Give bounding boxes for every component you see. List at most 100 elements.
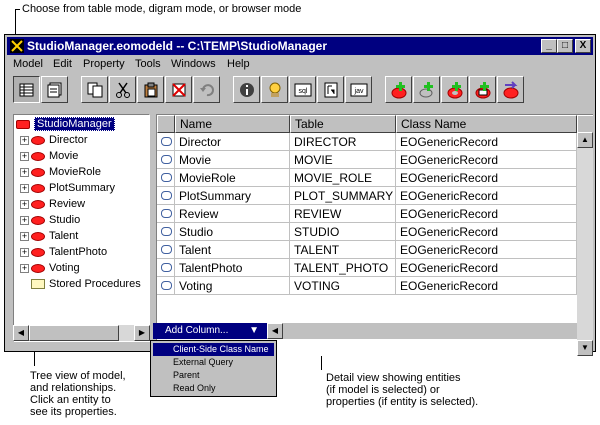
column-header-name[interactable]: Name: [175, 115, 290, 133]
table-row[interactable]: Movie MOVIE EOGenericRecord: [157, 151, 577, 169]
diagram-mode-icon[interactable]: [41, 76, 68, 103]
cell-class-name[interactable]: EOGenericRecord: [396, 223, 577, 241]
table-row[interactable]: TalentPhoto TALENT_PHOTO EOGenericRecord: [157, 259, 577, 277]
menu-model[interactable]: Model: [13, 58, 43, 70]
cell-class-name[interactable]: EOGenericRecord: [396, 133, 577, 151]
generate-icon[interactable]: [317, 76, 344, 103]
dropdown-item-read-only[interactable]: Read Only: [153, 382, 274, 395]
cell-name[interactable]: TalentPhoto: [175, 259, 290, 277]
tree-item-studio[interactable]: + Studio: [20, 212, 80, 228]
cell-table[interactable]: MOVIE_ROLE: [290, 169, 396, 187]
scroll-left-button[interactable]: ◀: [267, 323, 283, 339]
detail-vscroll[interactable]: ▲ ▼: [577, 132, 593, 356]
table-row[interactable]: PlotSummary PLOT_SUMMARY EOGenericRecord: [157, 187, 577, 205]
table-row[interactable]: Voting VOTING EOGenericRecord: [157, 277, 577, 295]
cell-name[interactable]: Movie: [175, 151, 290, 169]
user-icon[interactable]: [261, 76, 288, 103]
column-header-class-name[interactable]: Class Name: [396, 115, 577, 133]
cell-name[interactable]: Voting: [175, 277, 290, 295]
cell-name[interactable]: Director: [175, 133, 290, 151]
tree-item-director[interactable]: + Director: [20, 132, 88, 148]
tree-hscroll[interactable]: ◀ ▶: [13, 325, 150, 341]
menu-property[interactable]: Property: [83, 58, 125, 70]
cell-table[interactable]: STUDIO: [290, 223, 396, 241]
expand-icon[interactable]: +: [20, 183, 29, 193]
scroll-up-button[interactable]: ▲: [577, 132, 593, 148]
cell-name[interactable]: Talent: [175, 241, 290, 259]
expand-icon[interactable]: +: [20, 247, 29, 257]
dropdown-item-parent[interactable]: Parent: [153, 369, 274, 382]
paste-icon[interactable]: [137, 76, 164, 103]
tree-item-voting[interactable]: + Voting: [20, 260, 80, 276]
cell-class-name[interactable]: EOGenericRecord: [396, 151, 577, 169]
add-entity-icon[interactable]: [385, 76, 412, 103]
column-header-table[interactable]: Table: [290, 115, 396, 133]
cell-table[interactable]: TALENT: [290, 241, 396, 259]
cell-table[interactable]: DIRECTOR: [290, 133, 396, 151]
tree-item-plotsummary[interactable]: + PlotSummary: [20, 180, 115, 196]
tree-item-movie[interactable]: + Movie: [20, 148, 78, 164]
cell-name[interactable]: PlotSummary: [175, 187, 290, 205]
cell-table[interactable]: PLOT_SUMMARY: [290, 187, 396, 205]
expand-icon[interactable]: +: [20, 135, 29, 145]
cell-name[interactable]: Studio: [175, 223, 290, 241]
sql-icon[interactable]: sql: [289, 76, 316, 103]
cell-class-name[interactable]: EOGenericRecord: [396, 205, 577, 223]
tree-item-talent[interactable]: + Talent: [20, 228, 78, 244]
inspector-icon[interactable]: [233, 76, 260, 103]
table-row[interactable]: Talent TALENT EOGenericRecord: [157, 241, 577, 259]
delete-icon[interactable]: [165, 76, 192, 103]
cell-class-name[interactable]: EOGenericRecord: [396, 259, 577, 277]
menu-help[interactable]: Help: [227, 58, 250, 70]
cell-class-name[interactable]: EOGenericRecord: [396, 277, 577, 295]
expand-icon[interactable]: +: [20, 151, 29, 161]
cell-name[interactable]: Review: [175, 205, 290, 223]
maximize-button[interactable]: □: [557, 39, 573, 53]
table-row[interactable]: Review REVIEW EOGenericRecord: [157, 205, 577, 223]
table-row[interactable]: MovieRole MOVIE_ROLE EOGenericRecord: [157, 169, 577, 187]
scroll-left-button[interactable]: ◀: [13, 325, 29, 341]
add-procedure-icon[interactable]: [469, 76, 496, 103]
expand-icon[interactable]: +: [20, 231, 29, 241]
dropdown-item-client-side-class-name[interactable]: Client-Side Class Name: [153, 343, 274, 356]
cell-table[interactable]: REVIEW: [290, 205, 396, 223]
menu-tools[interactable]: Tools: [135, 58, 161, 70]
cell-class-name[interactable]: EOGenericRecord: [396, 241, 577, 259]
expand-icon[interactable]: +: [20, 167, 29, 177]
table-mode-icon[interactable]: [13, 76, 40, 103]
menu-windows[interactable]: Windows: [171, 58, 216, 70]
cell-table[interactable]: TALENT_PHOTO: [290, 259, 396, 277]
scroll-down-button[interactable]: ▼: [577, 340, 593, 356]
scroll-thumb[interactable]: [29, 325, 119, 341]
title-bar[interactable]: StudioManager.eomodeld -- C:\TEMP\Studio…: [7, 37, 593, 55]
java-icon[interactable]: jav: [345, 76, 372, 103]
menu-edit[interactable]: Edit: [53, 58, 72, 70]
dropdown-item-external-query[interactable]: External Query: [153, 356, 274, 369]
cell-class-name[interactable]: EOGenericRecord: [396, 169, 577, 187]
tree-view[interactable]: StudioManager + Director + Movie + MovieRol…: [13, 114, 150, 342]
minimize-button[interactable]: _: [541, 39, 557, 53]
expand-icon[interactable]: +: [20, 263, 29, 273]
expand-icon[interactable]: +: [20, 199, 29, 209]
detail-hscroll[interactable]: ◀: [267, 323, 577, 339]
table-row[interactable]: Director DIRECTOR EOGenericRecord: [157, 133, 577, 151]
tree-item-review[interactable]: + Review: [20, 196, 85, 212]
close-button[interactable]: X: [575, 39, 591, 53]
cell-name[interactable]: MovieRole: [175, 169, 290, 187]
expand-icon[interactable]: +: [20, 215, 29, 225]
add-column-button[interactable]: Add Column... ▼: [153, 323, 267, 339]
table-row[interactable]: Studio STUDIO EOGenericRecord: [157, 223, 577, 241]
add-fetch-icon[interactable]: [497, 76, 524, 103]
detail-table[interactable]: Name Table Class Name Director DIRECTOR EO…: [156, 114, 593, 356]
tree-item-movierole[interactable]: + MovieRole: [20, 164, 101, 180]
tree-item-stored-procedures[interactable]: Stored Procedures: [31, 276, 141, 292]
cell-table[interactable]: VOTING: [290, 277, 396, 295]
tree-root[interactable]: StudioManager: [16, 116, 115, 132]
scroll-right-button[interactable]: ▶: [134, 325, 150, 341]
add-attribute-icon[interactable]: [413, 76, 440, 103]
cell-class-name[interactable]: EOGenericRecord: [396, 187, 577, 205]
cut-icon[interactable]: [109, 76, 136, 103]
add-relationship-icon[interactable]: [441, 76, 468, 103]
cell-table[interactable]: MOVIE: [290, 151, 396, 169]
copy-icon[interactable]: [81, 76, 108, 103]
